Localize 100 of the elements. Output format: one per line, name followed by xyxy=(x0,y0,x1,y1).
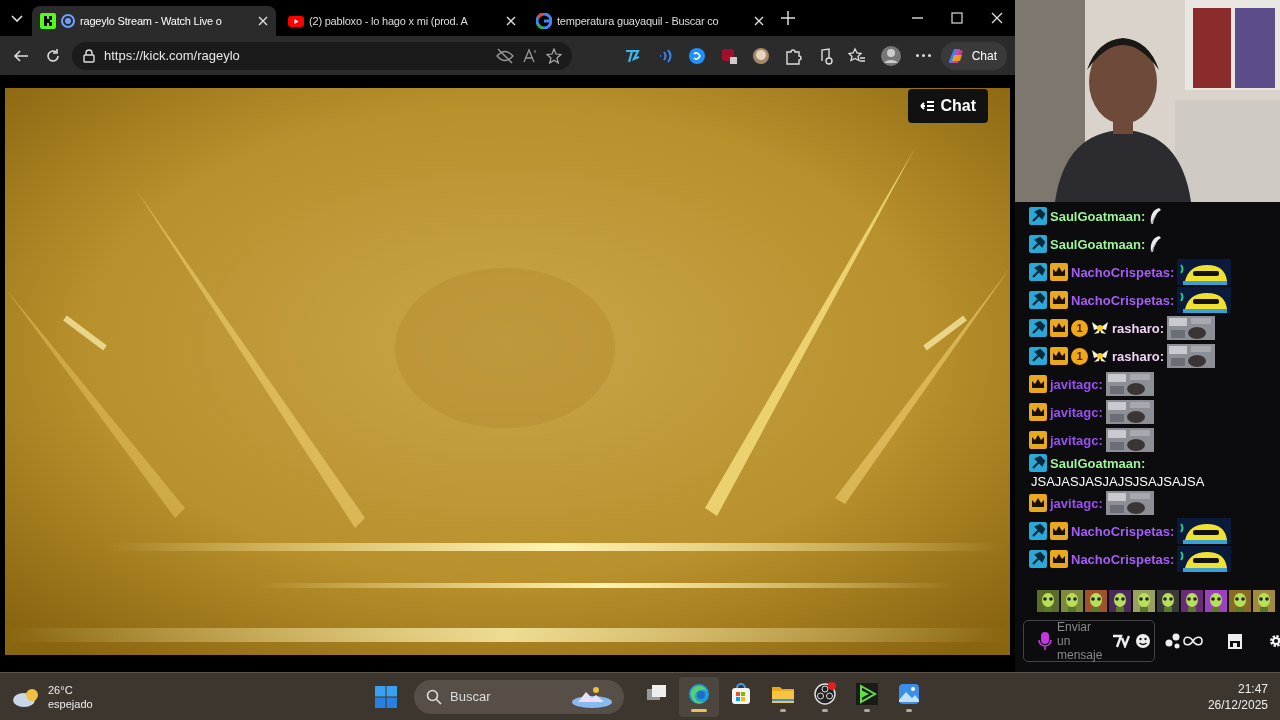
collapse-arrow-icon xyxy=(920,100,935,112)
plus-icon xyxy=(780,10,796,26)
frog-emote-icon xyxy=(1177,287,1232,313)
browser-tab[interactable]: temperatura guayaquil - Buscar co xyxy=(528,6,772,36)
kick-logo-icon xyxy=(40,13,56,29)
emote-icon[interactable] xyxy=(1205,590,1227,612)
read-aloud-icon[interactable] xyxy=(522,47,538,64)
emote-icon[interactable] xyxy=(1181,590,1203,612)
hammer-badge-icon xyxy=(1029,550,1047,568)
hammer-badge-icon xyxy=(1029,319,1047,337)
frog-emote-icon xyxy=(1177,259,1232,285)
play-logo-icon xyxy=(288,13,304,29)
hammer-badge-icon xyxy=(1029,522,1047,540)
clock-date: 26/12/2025 xyxy=(1207,696,1268,713)
winged-orb-badge-icon xyxy=(1091,347,1109,365)
chat-username[interactable]: rasharo: xyxy=(1112,348,1165,364)
close-icon[interactable] xyxy=(258,16,268,26)
more-options-icon xyxy=(915,54,931,57)
minimize-icon xyxy=(911,17,923,19)
crown-badge-icon xyxy=(1050,550,1068,568)
chat-username[interactable]: SaulGoatmaan: xyxy=(1050,455,1146,471)
chat-username[interactable]: SaulGoatmaan: xyxy=(1050,208,1146,224)
emote-icon[interactable] xyxy=(1109,590,1131,612)
photo-app-icon xyxy=(897,681,921,706)
chat-username[interactable]: NachoCrispetas: xyxy=(1071,264,1175,280)
emote-icon[interactable] xyxy=(1157,590,1179,612)
chat-username[interactable]: javitagc: xyxy=(1050,495,1103,511)
browser-tab[interactable]: (2) pabloxo - lo hago x mi (prod. A xyxy=(280,6,524,36)
message-placeholder: Enviar un mensaje xyxy=(1057,620,1104,662)
photo-thumbnail-icon xyxy=(1105,491,1154,515)
hammer-badge-icon xyxy=(1029,235,1047,253)
favorites-icon xyxy=(847,46,866,65)
photo-thumbnail-icon xyxy=(1105,428,1154,452)
close-icon[interactable] xyxy=(754,16,764,26)
search-field[interactable]: Buscar xyxy=(414,679,624,714)
weather-temperature: 26°C xyxy=(48,682,74,697)
emote-icon[interactable] xyxy=(1037,590,1059,612)
emote-icon[interactable] xyxy=(1085,590,1107,612)
emote-icon[interactable] xyxy=(1253,590,1275,612)
seven-tv-icon[interactable] xyxy=(1112,634,1130,648)
chat-username[interactable]: NachoCrispetas: xyxy=(1071,551,1175,567)
chat-username[interactable]: NachoCrispetas: xyxy=(1071,292,1175,308)
crown-badge-icon xyxy=(1050,319,1068,337)
crown-badge-icon xyxy=(1050,291,1068,309)
chat-username[interactable]: rasharo: xyxy=(1112,320,1165,336)
chat-username[interactable]: javitagc: xyxy=(1050,376,1103,392)
lock-icon xyxy=(82,48,96,63)
close-icon[interactable] xyxy=(506,16,516,26)
crown-badge-icon xyxy=(1029,494,1047,512)
bubbles-icon[interactable] xyxy=(1165,633,1181,649)
infinity-icon[interactable] xyxy=(1183,635,1203,647)
crown-badge-icon xyxy=(1050,263,1068,281)
landscape-badge-icon xyxy=(570,684,614,709)
hammer-badge-icon xyxy=(1029,207,1047,225)
address-bar[interactable]: https://kick.com/rageylo xyxy=(72,41,572,70)
photo-thumbnail-icon xyxy=(1105,400,1154,424)
square-extension-icon xyxy=(719,46,738,65)
settings-icon[interactable] xyxy=(1269,634,1280,648)
record-circle-icon xyxy=(813,681,837,706)
google-logo-icon xyxy=(536,13,552,29)
hammer-badge-icon xyxy=(1029,263,1047,281)
maximize-icon xyxy=(951,12,963,24)
edge-browser-icon xyxy=(687,681,711,706)
emote-icon[interactable] xyxy=(1133,590,1155,612)
emote-icon[interactable] xyxy=(1061,590,1083,612)
chat-message: JSAJASJASJAJSJSAJSAJSA xyxy=(1031,475,1206,489)
crown-badge-icon xyxy=(1029,375,1047,393)
close-icon xyxy=(991,12,1003,24)
emote-icon[interactable] xyxy=(1229,590,1251,612)
eye-slash-icon[interactable] xyxy=(496,47,514,64)
swirl-extension-icon xyxy=(687,46,706,65)
hammer-badge-icon xyxy=(1029,454,1047,472)
crown-badge-icon xyxy=(1029,403,1047,421)
star-icon[interactable] xyxy=(546,47,562,64)
round-avatar-extension-icon xyxy=(751,46,770,65)
chat-username[interactable]: NachoCrispetas: xyxy=(1071,523,1175,539)
frog-emote-icon xyxy=(1177,546,1232,572)
feather-icon xyxy=(1148,235,1163,253)
search-icon xyxy=(426,688,442,705)
photo-thumbnail-icon xyxy=(1105,372,1154,396)
hammer-badge-icon xyxy=(1029,347,1047,365)
chat-username[interactable]: javitagc: xyxy=(1050,404,1103,420)
profile-avatar-icon xyxy=(879,44,902,67)
microphone-icon[interactable] xyxy=(1038,631,1052,651)
chat-username[interactable]: javitagc: xyxy=(1050,432,1103,448)
hammer-badge-icon xyxy=(1029,291,1047,309)
browser-tab[interactable]: rageylo Stream - Watch Live o xyxy=(32,6,276,36)
globe-icon xyxy=(61,14,75,28)
edge-browser-taskbar-button[interactable] xyxy=(679,676,719,717)
chat-username[interactable]: SaulGoatmaan: xyxy=(1050,236,1146,252)
windows-logo-icon xyxy=(374,684,398,709)
copilot-chat-button[interactable]: Chat xyxy=(940,41,1007,70)
message-input-field[interactable]: Enviar un mensaje xyxy=(1023,620,1155,662)
store-bag-icon xyxy=(729,681,753,706)
smiley-icon[interactable] xyxy=(1135,633,1151,649)
puzzle-icon xyxy=(783,46,802,65)
feather-icon xyxy=(1148,207,1163,225)
url-text: https://kick.com/rageylo xyxy=(104,48,241,63)
chat-toggle-button[interactable]: Chat xyxy=(908,89,988,123)
coin-badge: 1 xyxy=(1071,319,1088,337)
